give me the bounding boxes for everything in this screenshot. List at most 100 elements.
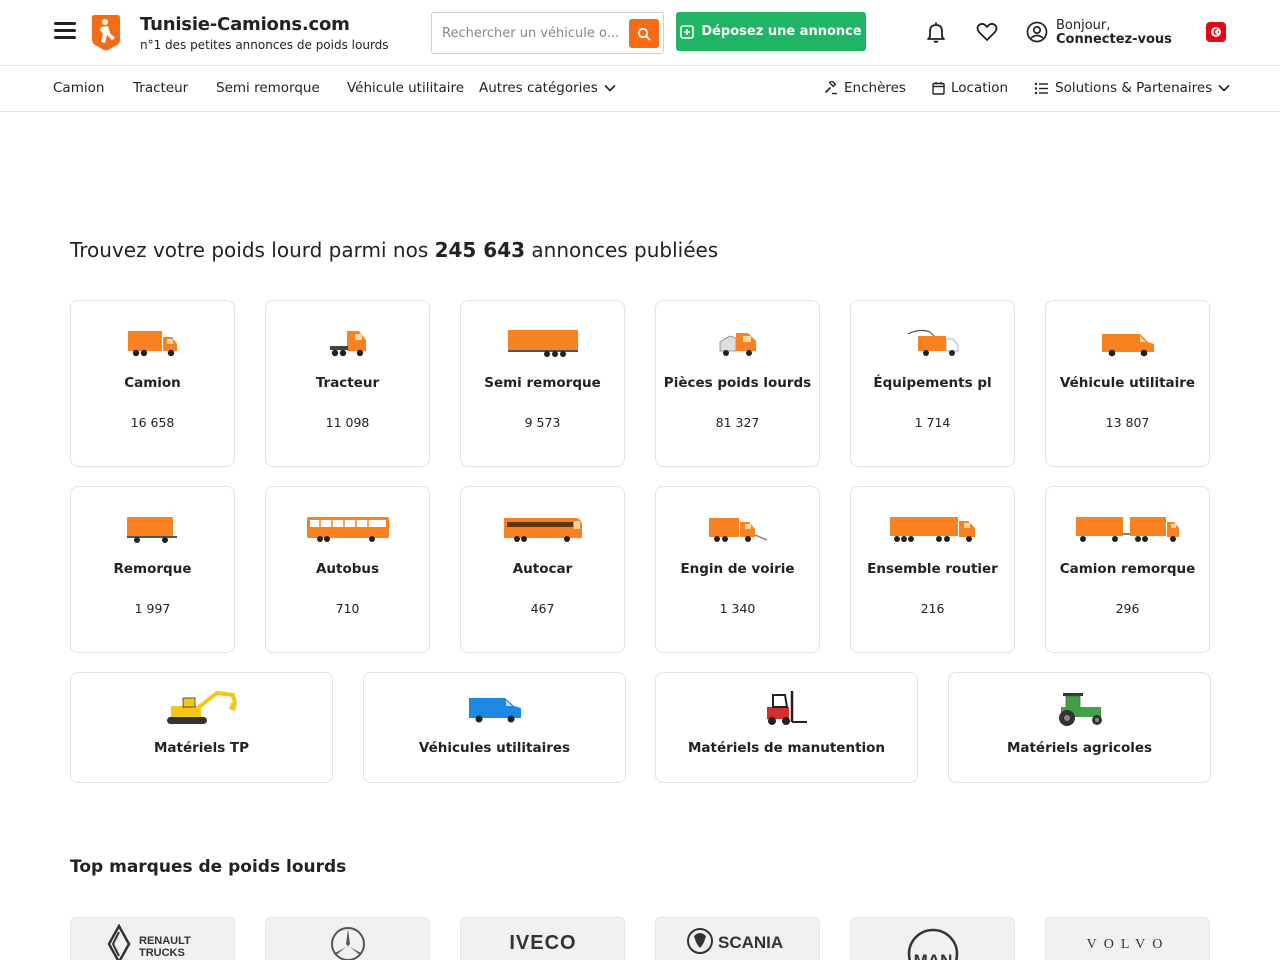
nav-vehicule-utilitaire[interactable]: Véhicule utilitaire	[347, 80, 464, 96]
brand-title[interactable]: Tunisie-Camions.com	[140, 14, 350, 35]
site-card-materiels-tp[interactable]: Matériels TP	[70, 672, 333, 783]
category-card-vehicule-utilitaire[interactable]: Véhicule utilitaire 13 807	[1045, 300, 1210, 467]
category-count: 9 573	[524, 415, 561, 430]
excavator-icon	[166, 690, 237, 724]
category-name: Engin de voirie	[680, 561, 795, 577]
nav-semi-remorque[interactable]: Semi remorque	[216, 80, 320, 96]
search-input[interactable]	[442, 23, 622, 43]
category-card-autobus[interactable]: Autobus 710	[265, 486, 430, 653]
site-name: Matériels TP	[153, 740, 250, 756]
search-box	[431, 12, 664, 54]
category-card-engin-de-voirie[interactable]: Engin de voirie 1 340	[655, 486, 820, 653]
category-count: 467	[530, 601, 555, 616]
category-card-remorque[interactable]: Remorque 1 997	[70, 486, 235, 653]
svg-text:MAN: MAN	[913, 951, 952, 960]
login-link[interactable]: Bonjour, Connectez-vous	[1026, 17, 1196, 51]
search-button[interactable]	[629, 19, 659, 48]
category-card-equipements-pl[interactable]: Équipements pl 1 714	[850, 300, 1015, 467]
nav-label: Location	[951, 80, 1009, 96]
category-card-autocar[interactable]: Autocar 467	[460, 486, 625, 653]
category-name: Semi remorque	[484, 375, 601, 391]
site-card-materiels-agricoles[interactable]: Matériels agricoles	[948, 672, 1211, 783]
brands-title: Top marques de poids lourds	[70, 857, 347, 877]
site-name: Véhicules utilitaires	[418, 740, 571, 756]
category-count: 1 714	[914, 415, 951, 430]
renault-trucks-logo: RENAULT TRUCKS	[107, 924, 191, 960]
nav-label: Semi remorque	[216, 80, 320, 96]
truck-trailer-icon	[1075, 517, 1179, 542]
logo-icon[interactable]	[90, 13, 122, 51]
nav-solutions-partenaires[interactable]: Solutions & Partenaires	[1034, 80, 1230, 96]
nav-label: Tracteur	[133, 80, 189, 96]
equipment-truck-icon	[907, 329, 958, 356]
site-name: Matériels agricoles	[1006, 740, 1153, 756]
category-card-tracteur[interactable]: Tracteur 11 098	[265, 300, 430, 467]
category-card-ensemble-routier[interactable]: Ensemble routier 216	[850, 486, 1015, 653]
headline-suffix: annonces publiées	[531, 238, 719, 262]
road-train-icon	[889, 517, 975, 542]
nav-camion[interactable]: Camion	[53, 80, 104, 96]
site-header: Tunisie-Camions.com n°1 des petites anno…	[0, 0, 1280, 66]
nav-label: Autres catégories	[479, 80, 598, 96]
nav-autres-categories[interactable]: Autres catégories	[479, 80, 616, 96]
category-name: Remorque	[113, 561, 192, 577]
post-ad-button[interactable]: Déposez une annonce	[676, 12, 866, 51]
category-card-camion[interactable]: Camion 16 658	[70, 300, 235, 467]
brand-subtitle: n°1 des petites annonces de poids lourds	[140, 38, 389, 52]
blue-van-icon	[468, 698, 521, 723]
login-text: Connectez-vous	[1056, 32, 1172, 47]
tractor-unit-icon	[329, 331, 366, 357]
category-card-camion-remorque[interactable]: Camion remorque 296	[1045, 486, 1210, 653]
nav-label: Véhicule utilitaire	[347, 80, 465, 96]
brand-card-volvo[interactable]: VOLVO	[1045, 917, 1210, 960]
nav-location[interactable]: Location	[932, 80, 1008, 96]
category-card-semi-remorque[interactable]: Semi remorque 9 573	[460, 300, 625, 467]
nav-tracteur[interactable]: Tracteur	[133, 80, 188, 96]
brand-card-scania[interactable]: SCANIA	[655, 917, 820, 960]
user-icon	[1026, 21, 1048, 43]
bell-icon[interactable]	[924, 20, 948, 44]
search-icon	[637, 27, 651, 40]
svg-text:RENAULT: RENAULT	[139, 935, 191, 947]
brand-card-iveco[interactable]: IVECO	[460, 917, 625, 960]
category-count: 1 340	[719, 601, 756, 616]
category-count: 81 327	[715, 415, 760, 430]
list-icon	[1034, 82, 1048, 94]
scania-logo: SCANIA	[686, 928, 783, 954]
nav-label: Solutions & Partenaires	[1055, 80, 1213, 96]
category-name: Pièces poids lourds	[663, 375, 812, 391]
category-name: Équipements pl	[873, 375, 992, 391]
brand-card-man[interactable]: MAN	[850, 917, 1015, 960]
category-card-pieces-poids-lourds[interactable]: Pièces poids lourds 81 327	[655, 300, 820, 467]
nav-encheres[interactable]: Enchères	[824, 80, 906, 96]
semi-trailer-icon	[507, 330, 578, 357]
category-name: Véhicule utilitaire	[1059, 375, 1196, 391]
category-count: 13 807	[1105, 415, 1150, 430]
category-count: 216	[920, 601, 945, 616]
trailer-icon	[126, 517, 177, 543]
forklift-icon	[766, 691, 807, 725]
site-card-materiels-manutention[interactable]: Matériels de manutention	[655, 672, 918, 783]
tunisia-flag-icon[interactable]	[1206, 22, 1226, 42]
menu-icon[interactable]	[54, 22, 76, 42]
site-card-vehicules-utilitaires[interactable]: Véhicules utilitaires	[363, 672, 626, 783]
mercedes-logo	[330, 927, 365, 960]
plus-square-icon	[680, 24, 695, 39]
chevron-down-icon	[1218, 84, 1230, 92]
truck-icon	[127, 331, 177, 357]
svg-text:VOLVO: VOLVO	[1086, 937, 1169, 952]
brand-card-renault-trucks[interactable]: RENAULT TRUCKS	[70, 917, 235, 960]
iveco-logo: IVECO	[509, 932, 575, 954]
brand-card-mercedes[interactable]	[265, 917, 430, 960]
nav-label: Enchères	[844, 80, 906, 96]
category-count: 16 658	[130, 415, 175, 430]
heart-icon[interactable]	[975, 20, 999, 44]
van-icon	[1101, 334, 1154, 357]
chevron-down-icon	[604, 84, 616, 92]
listing-count: 245 643	[434, 238, 526, 262]
svg-text:TRUCKS: TRUCKS	[139, 947, 185, 959]
category-name: Camion remorque	[1059, 561, 1196, 577]
category-name: Tracteur	[315, 375, 380, 391]
headline-prefix: Trouvez votre poids lourd parmi nos	[70, 238, 429, 262]
main-nav: Camion Tracteur Semi remorque Véhicule u…	[0, 66, 1280, 112]
